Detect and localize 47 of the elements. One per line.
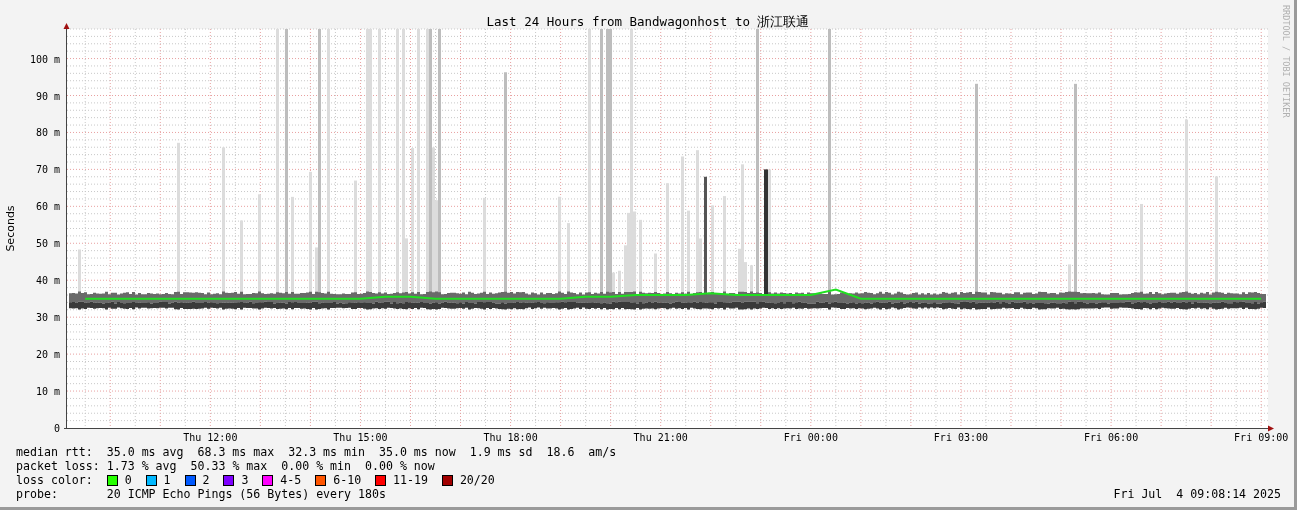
legend-item-label: 1	[163, 473, 171, 487]
legend-label: median rtt:	[16, 445, 94, 459]
x-tick-label: Thu 18:00	[483, 432, 538, 443]
stat-value: 50.33 % max	[190, 459, 268, 473]
stat-value: 18.6	[546, 445, 575, 459]
y-tick-label: 90 m	[35, 90, 60, 102]
x-tick-label: Thu 15:00	[333, 432, 388, 443]
timestamp: Fri Jul 4 09:08:14 2025	[1113, 487, 1281, 501]
legend-item-label: 11-19	[393, 473, 428, 487]
y-tick-label: 30 m	[35, 312, 60, 324]
x-tick-label: Thu 21:00	[633, 432, 688, 443]
legend-label: packet loss:	[16, 459, 101, 473]
stat-value: 35.0 ms now	[378, 445, 456, 459]
credit-text: RRDTOOL / TOBI OETIKER	[1281, 5, 1291, 118]
y-tick-label: 0	[53, 423, 60, 434]
legend-item-label: 6-10	[333, 473, 362, 487]
chart-title: Last 24 Hours from Bandwagonhost to 浙江联通	[486, 14, 810, 29]
legend-item-label: 0	[124, 473, 132, 487]
y-tick-label: 40 m	[35, 275, 60, 287]
x-tick-label: Fri 03:00	[933, 432, 989, 443]
y-tick-label: 60 m	[35, 201, 60, 213]
legend-label: loss color:	[16, 473, 94, 487]
stat-value: 1.9 ms sd	[469, 445, 533, 459]
y-tick-label: 20 m	[35, 349, 60, 361]
stat-value: 0.00 % min	[281, 459, 352, 473]
y-tick-label: 80 m	[35, 127, 60, 139]
legend-item-label: 20/20	[459, 473, 495, 487]
x-tick-label: Thu 12:00	[183, 432, 238, 443]
y-axis-label: Seconds	[4, 205, 17, 252]
probe-text: 20 ICMP Echo Pings (56 Bytes) every 180s	[106, 487, 386, 501]
x-tick-label: Fri 06:00	[1084, 432, 1139, 443]
y-tick-label: 50 m	[35, 238, 60, 250]
x-tick-label: Fri 00:00	[783, 432, 838, 443]
y-tick-label: 10 m	[35, 386, 60, 398]
stat-value: 32.3 ms min	[288, 445, 365, 459]
legend-label: probe:	[16, 487, 59, 501]
y-tick-label: 70 m	[35, 164, 60, 176]
stat-value: 1.73 % avg	[106, 459, 177, 473]
stat-value: am/s	[588, 445, 617, 459]
stat-value: 35.0 ms avg	[106, 445, 184, 459]
y-tick-label: 100 m	[29, 53, 60, 65]
stat-value: 0.00 % now	[365, 459, 435, 473]
stat-value: 68.3 ms max	[197, 445, 275, 459]
legend-item-label: 4-5	[280, 473, 302, 487]
legend-item-label: 3	[241, 473, 249, 487]
x-tick-label: Fri 09:00	[1234, 432, 1289, 443]
legend-item-label: 2	[202, 473, 210, 487]
